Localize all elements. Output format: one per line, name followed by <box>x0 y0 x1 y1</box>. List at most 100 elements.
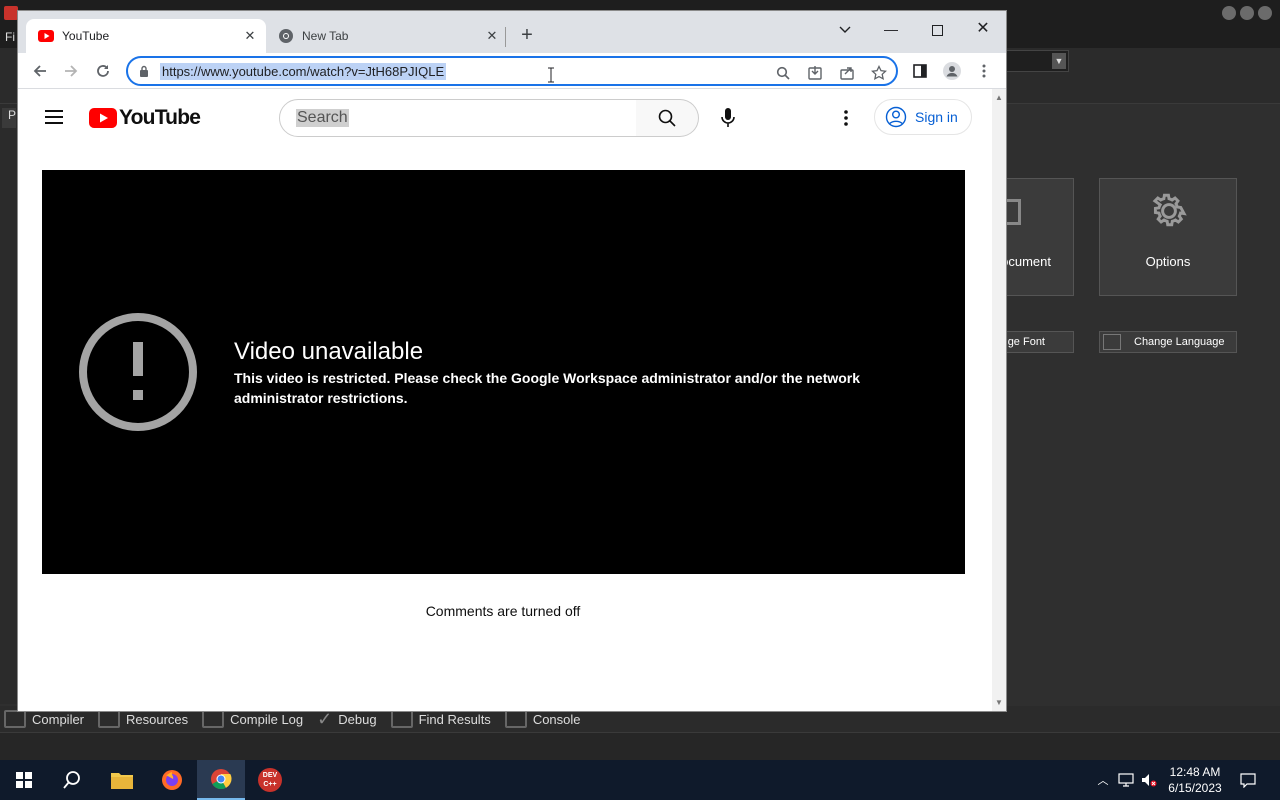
tab-console[interactable]: Console <box>504 710 581 728</box>
tab-compiler[interactable]: Compiler <box>4 710 84 728</box>
maximize-button[interactable] <box>914 15 960 43</box>
search-icon <box>658 109 676 127</box>
back-button[interactable] <box>28 59 52 83</box>
star-icon[interactable] <box>870 64 888 82</box>
tab-youtube-label: YouTube <box>62 29 110 43</box>
tab-find-results[interactable]: Find Results <box>390 710 491 728</box>
network-icon[interactable] <box>1118 772 1134 788</box>
taskbar-clock[interactable]: 12:48 AM 6/15/2023 <box>1160 764 1230 796</box>
search-icon[interactable] <box>774 64 792 82</box>
menu-button[interactable] <box>975 62 993 80</box>
tab-compiler-label: Compiler <box>32 711 85 727</box>
checkmark-icon: ✓ <box>317 708 333 729</box>
tab-search-button[interactable] <box>822 15 868 43</box>
show-hidden-icons-button[interactable]: ︿ <box>1095 772 1111 788</box>
tab-find-results-label: Find Results <box>418 711 491 727</box>
chevron-down-icon[interactable]: ▼ <box>1052 53 1066 69</box>
scroll-down-icon[interactable]: ▼ <box>995 698 1003 707</box>
reload-icon <box>97 65 109 77</box>
minimize-icon: — <box>884 21 898 37</box>
profile-button[interactable] <box>943 62 961 80</box>
youtube-logo[interactable]: YouTube <box>89 106 201 130</box>
tab-compile-log[interactable]: Compile Log <box>202 710 303 728</box>
address-bar-url[interactable]: https://www.youtube.com/watch?v=JtH68PJI… <box>160 63 447 80</box>
search-icon <box>63 771 80 789</box>
install-icon[interactable] <box>806 64 824 82</box>
error-title: Video unavailable <box>234 338 424 365</box>
comments-status: Comments are turned off <box>425 603 581 619</box>
chevron-up-icon: ︿ <box>1097 775 1109 787</box>
side-panel-button[interactable] <box>911 62 929 80</box>
reload-button[interactable] <box>91 59 115 83</box>
minimize-button[interactable]: — <box>868 15 914 43</box>
forward-button[interactable] <box>59 59 83 83</box>
taskbar-chrome[interactable] <box>197 760 245 800</box>
close-icon[interactable]: ✕ <box>242 28 258 44</box>
maximize-icon <box>931 24 943 36</box>
notification-icon <box>1240 773 1256 788</box>
minimize-icon[interactable] <box>1222 6 1236 20</box>
search-button[interactable] <box>636 99 699 137</box>
text-cursor-icon <box>548 67 554 83</box>
search-placeholder: Search <box>296 109 349 127</box>
devcpp-app-icon <box>4 6 18 20</box>
tab-debug[interactable]: ✓ Debug <box>317 709 376 730</box>
taskbar-devcpp[interactable]: DEV C++ <box>246 760 294 800</box>
clock-time: 12:48 AM <box>1169 765 1221 779</box>
tile-options[interactable]: Options <box>1099 178 1237 296</box>
menu-file[interactable]: Fi <box>5 30 15 44</box>
tab-resources[interactable]: Resources <box>98 710 188 728</box>
new-tab-button[interactable]: + <box>515 24 539 48</box>
find-results-icon <box>390 710 413 728</box>
tab-youtube[interactable]: YouTube ✕ <box>26 19 266 53</box>
volume-muted-icon[interactable] <box>1141 772 1157 788</box>
close-icon[interactable] <box>1258 6 1272 20</box>
error-message: This video is restricted. Please check t… <box>234 370 861 406</box>
devcpp-combo[interactable]: ▼ <box>1005 50 1069 72</box>
hamburger-icon <box>45 110 63 124</box>
chrome-icon <box>279 29 293 43</box>
hamburger-menu-button[interactable] <box>42 107 66 127</box>
youtube-icon <box>38 30 54 42</box>
exclamation-circle-icon <box>79 313 197 431</box>
notification-center-button[interactable] <box>1240 772 1256 788</box>
share-icon[interactable] <box>838 64 856 82</box>
scroll-up-icon[interactable]: ▲ <box>995 93 1003 102</box>
search-input[interactable]: Search <box>279 99 637 137</box>
windows-start-icon <box>16 772 32 788</box>
clock-date: 6/15/2023 <box>1168 781 1222 795</box>
close-icon: ✕ <box>976 20 990 37</box>
chrome-window: YouTube ✕ New Tab ✕ + — ✕ https://www.yo… <box>18 11 1006 711</box>
compile-log-icon <box>202 710 225 728</box>
compiler-icon <box>4 710 26 728</box>
taskbar-firefox[interactable] <box>148 760 196 800</box>
maximize-icon[interactable] <box>1240 6 1254 20</box>
devcpp-window-controls[interactable] <box>1222 6 1272 20</box>
settings-menu-button[interactable] <box>836 106 856 130</box>
tab-console-label: Console <box>532 711 581 727</box>
tab-resources-label: Resources <box>126 711 189 727</box>
address-bar[interactable]: https://www.youtube.com/watch?v=JtH68PJI… <box>126 56 898 86</box>
tab-new-tab[interactable]: New Tab ✕ <box>268 19 508 53</box>
browser-toolbar: https://www.youtube.com/watch?v=JtH68PJI… <box>18 53 1006 89</box>
video-player[interactable]: Video unavailable This video is restrict… <box>42 170 965 574</box>
lock-icon[interactable] <box>138 65 150 77</box>
taskbar-search-button[interactable] <box>48 760 96 800</box>
arrow-left-icon <box>33 65 46 77</box>
close-window-button[interactable]: ✕ <box>960 15 1006 43</box>
change-language-button[interactable]: Change Language <box>1099 331 1237 353</box>
avatar-icon <box>943 62 961 80</box>
youtube-wordmark: YouTube <box>119 106 201 129</box>
sign-in-button[interactable]: Sign in <box>874 99 972 135</box>
close-icon[interactable]: ✕ <box>484 28 500 44</box>
page-scrollbar[interactable]: ▲ ▼ <box>992 89 1006 711</box>
devcpp-left-tab[interactable]: P <box>2 108 16 128</box>
microphone-icon <box>721 108 735 127</box>
plus-icon: + <box>521 24 533 46</box>
start-button[interactable] <box>0 760 48 800</box>
taskbar-file-explorer[interactable] <box>98 760 146 800</box>
voice-search-button[interactable] <box>717 106 739 130</box>
devcpp-left-panel: P <box>0 104 18 704</box>
gear-icon <box>1152 193 1187 227</box>
language-icon <box>1103 334 1121 350</box>
